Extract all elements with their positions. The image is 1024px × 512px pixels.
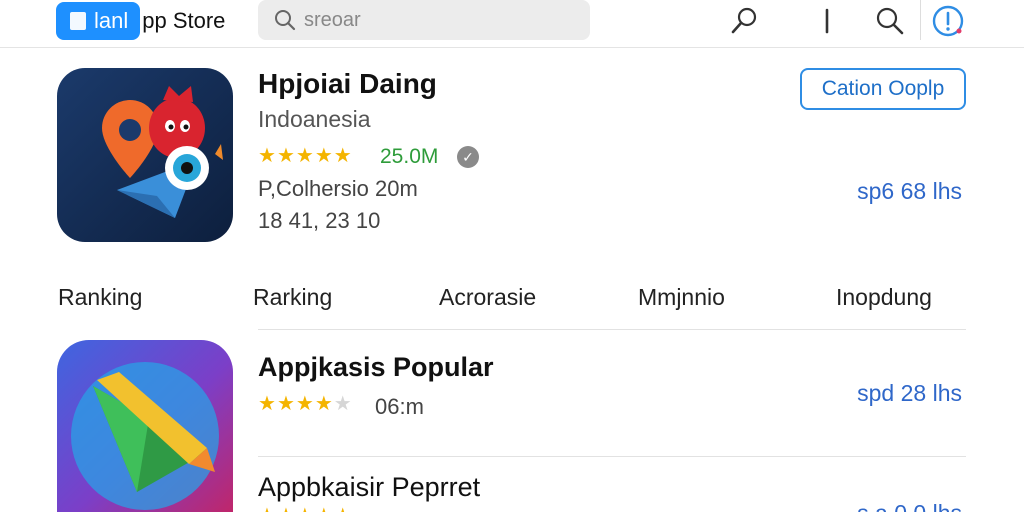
brand-short-label: lanl (94, 8, 129, 33)
store-icon (70, 12, 86, 30)
list-item-price: spd 28 lhs (857, 380, 962, 406)
tab-inopdung[interactable]: Inopdung (836, 284, 932, 311)
featured-rating-count: 25.0M (380, 145, 439, 168)
info-icon[interactable] (931, 4, 965, 38)
search-icon[interactable] (873, 4, 907, 38)
featured-action-button[interactable]: Cation Ooplp (800, 68, 966, 110)
tab-rarking[interactable]: Rarking (253, 284, 332, 311)
featured-app-icon[interactable] (57, 68, 233, 242)
list-item-title[interactable]: Appbkaisir Peprret (258, 472, 480, 503)
verified-badge-icon: ✓ (457, 146, 479, 168)
star-icon: ★ (315, 506, 333, 512)
brand-badge: lanl (56, 2, 141, 40)
toolbar-separator (920, 0, 921, 40)
category-tabs: Ranking Rarking Acrorasie Mmjnnio Inopdu… (0, 276, 1024, 316)
featured-app-title[interactable]: Hpjoiai Daing (258, 68, 437, 100)
app-store-logo[interactable]: lanl pp Store (56, 2, 225, 40)
list-item-count: 06:m (375, 394, 424, 419)
tab-mmjnnio[interactable]: Mmjnnio (638, 284, 725, 311)
star-icon: ★ (334, 506, 352, 512)
search-input[interactable] (304, 8, 564, 32)
star-icon: ★ (295, 145, 314, 167)
star-icon: ★ (277, 506, 295, 512)
star-icon: ★ (296, 506, 314, 512)
tab-ranking[interactable]: Ranking (58, 284, 142, 311)
star-icon: ★ (295, 393, 314, 415)
list-item-star-rating: ★ ★ ★ ★ ★ (258, 394, 352, 414)
featured-app-developer: Indoanesia (258, 106, 371, 132)
star-icon: ★ (333, 145, 352, 167)
brand-label: pp Store (142, 8, 226, 33)
list-app-icon[interactable] (57, 340, 233, 512)
tab-acrorasie[interactable]: Acrorasie (439, 284, 536, 311)
star-icon: ★ (276, 393, 295, 415)
menu-divider-icon[interactable] (810, 4, 844, 38)
top-bar: lanl pp Store (0, 0, 1024, 48)
featured-star-rating: ★ ★ ★ ★ ★ (258, 146, 352, 166)
star-icon: ★ (314, 393, 333, 415)
star-icon: ★ (276, 145, 295, 167)
divider (258, 456, 966, 457)
pen-icon[interactable] (727, 4, 761, 38)
star-icon: ★ (333, 393, 352, 415)
star-icon: ★ (258, 145, 276, 167)
list-item-price: s.a 0.0 lhs (857, 500, 962, 512)
search-icon (275, 10, 296, 31)
featured-price: sp6 68 lhs (857, 178, 962, 204)
divider (258, 329, 966, 330)
star-icon: ★ (258, 393, 276, 415)
featured-meta-line: P,Colhersio 20m (258, 176, 418, 201)
search-bar[interactable] (258, 0, 590, 40)
star-icon: ★ (258, 506, 276, 512)
list-item-title[interactable]: Appjkasis Popular (258, 352, 494, 383)
star-icon: ★ (314, 145, 333, 167)
list-item-star-rating: ★ ★ ★ ★ ★ (258, 506, 352, 512)
featured-meta-line: 18 41, 23 10 (258, 208, 381, 233)
